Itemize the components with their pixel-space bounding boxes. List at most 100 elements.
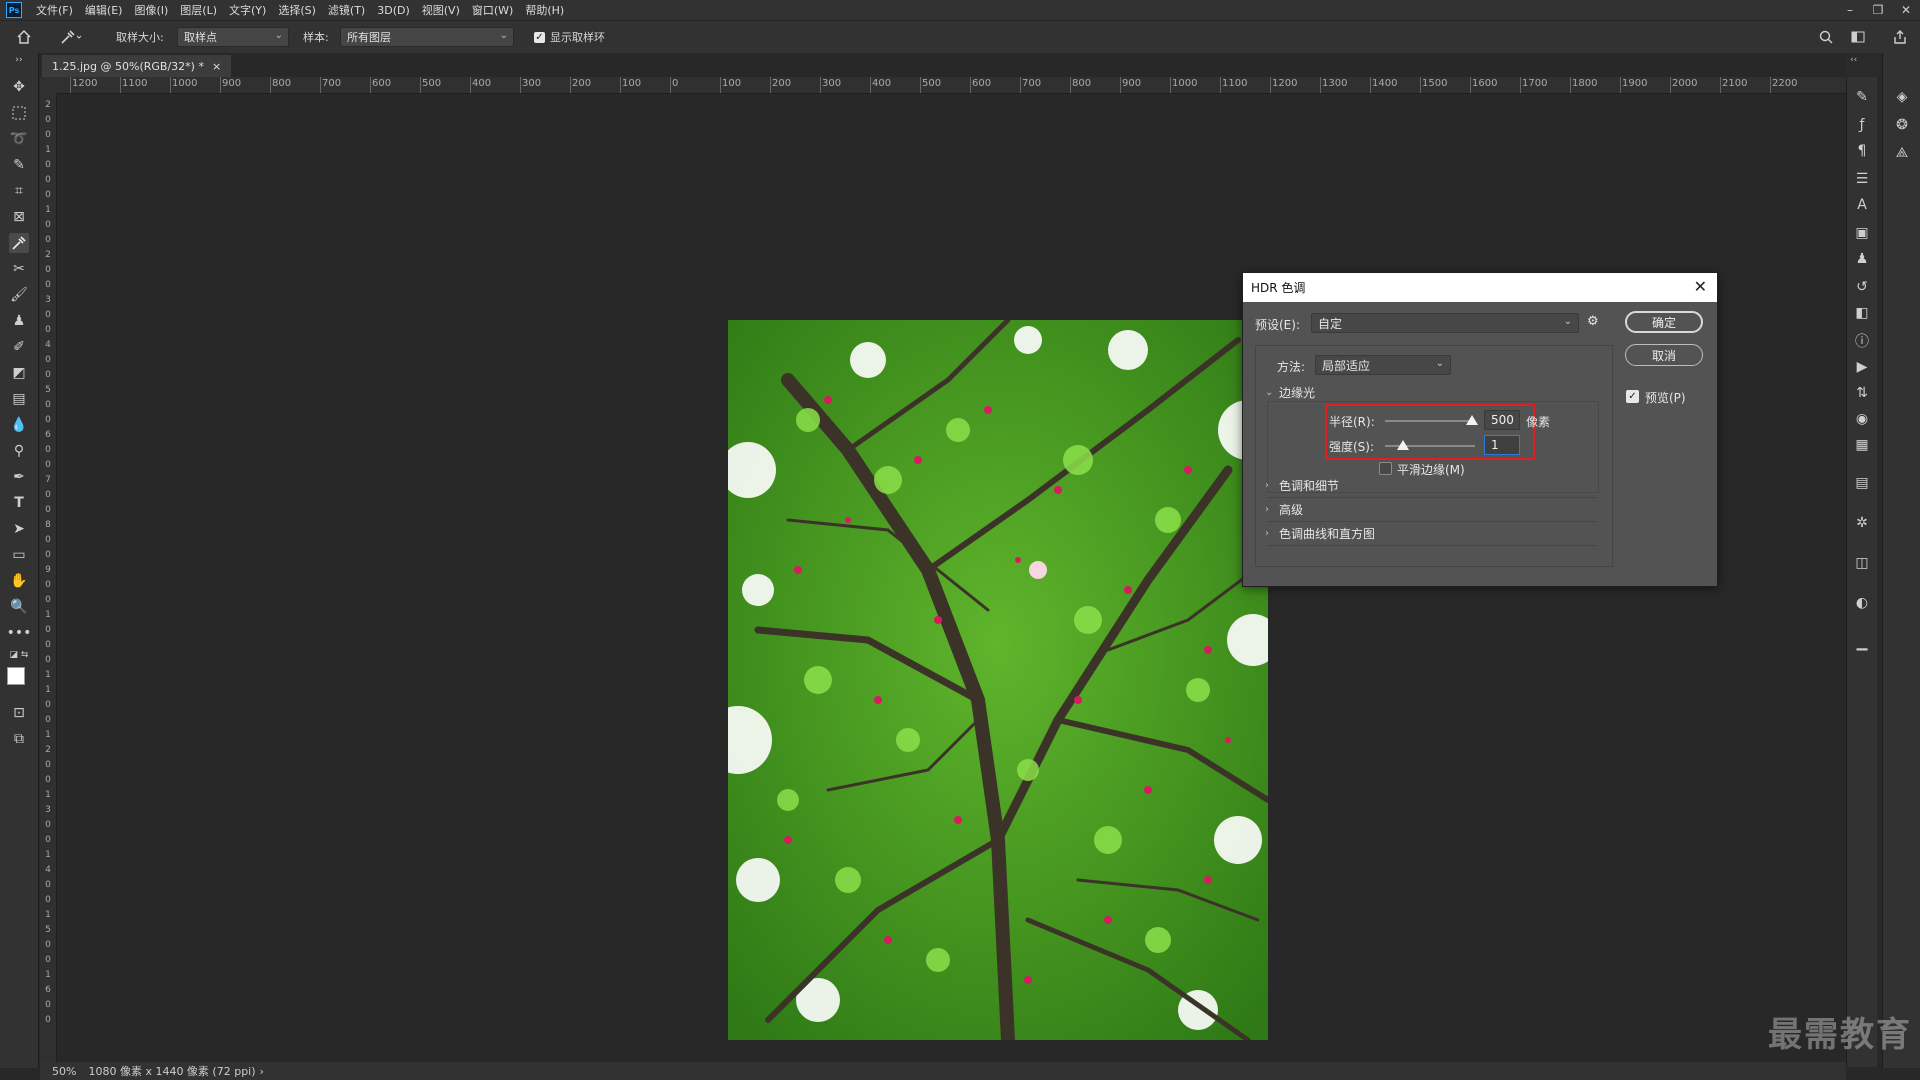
zoom-tool-icon[interactable]: 🔍	[9, 597, 29, 617]
workspace-icon[interactable]	[1850, 27, 1866, 47]
paths-icon[interactable]: ⟁	[1892, 143, 1912, 163]
zoom-level[interactable]: 50%	[52, 1065, 76, 1078]
preset-select[interactable]: 自定 ⌄	[1311, 313, 1579, 333]
share-icon[interactable]	[1892, 27, 1908, 47]
notes-icon[interactable]: ▤	[1852, 473, 1872, 493]
histogram-icon[interactable]: ▁	[1852, 633, 1872, 653]
crop-tool-icon[interactable]: ⌗	[9, 181, 29, 201]
minimize-button[interactable]: –	[1836, 0, 1864, 20]
actions-icon[interactable]: ▶	[1852, 357, 1872, 377]
show-sampling-ring-checkbox[interactable]: ✓ 显示取样环	[534, 27, 605, 47]
smooth-edges-checkbox[interactable]	[1379, 462, 1392, 475]
properties-icon[interactable]: ☰	[1852, 169, 1872, 189]
ruler-tick-label: 2000	[1672, 78, 1698, 89]
info-icon[interactable]: ⓘ	[1852, 331, 1872, 351]
gear-icon[interactable]: ⚙	[1587, 314, 1599, 329]
table-icon[interactable]: ▦	[1852, 435, 1872, 455]
close-tab-icon[interactable]: ×	[212, 60, 221, 73]
search-icon[interactable]	[1818, 27, 1834, 47]
glyphs-icon[interactable]: ▣	[1852, 223, 1872, 243]
history-brush-tool-icon[interactable]: ✐	[9, 337, 29, 357]
lasso-tool-icon[interactable]: ➰	[9, 129, 29, 149]
collapse-panels-icon[interactable]: ‹‹	[1850, 55, 1857, 65]
ruler-tick-label: 1	[45, 610, 51, 620]
healing-brush-tool-icon[interactable]: ✂	[9, 259, 29, 279]
restore-button[interactable]: ❐	[1864, 0, 1892, 20]
fx-icon[interactable]: ƒ	[1852, 115, 1872, 135]
foreground-color-swatch[interactable]	[7, 667, 25, 685]
menu-select[interactable]: 选择(S)	[272, 2, 322, 18]
eyedropper-preset-icon[interactable]	[60, 27, 82, 47]
quick-selection-tool-icon[interactable]: ✎	[9, 155, 29, 175]
document-image[interactable]	[728, 320, 1268, 1040]
path-selection-tool-icon[interactable]: ➤	[9, 519, 29, 539]
section-advanced[interactable]: › 高级	[1265, 501, 1303, 518]
character-icon[interactable]: A	[1852, 195, 1872, 215]
cancel-button[interactable]: 取消	[1625, 344, 1703, 366]
menu-help[interactable]: 帮助(H)	[519, 2, 570, 18]
layers-icon[interactable]: ◈	[1892, 87, 1912, 107]
radius-input[interactable]: 500	[1484, 410, 1520, 430]
screen-mode-icon[interactable]: ⧉	[9, 729, 29, 749]
menu-filter[interactable]: 滤镜(T)	[322, 2, 371, 18]
more-tools-icon[interactable]: •••	[7, 623, 32, 643]
method-select[interactable]: 局部适应 ⌄	[1315, 355, 1451, 375]
menu-edit[interactable]: 编辑(E)	[79, 2, 129, 18]
menu-file[interactable]: 文件(F)	[30, 2, 79, 18]
status-menu-arrow[interactable]: ›	[260, 1065, 264, 1078]
eyedropper-tool-icon[interactable]	[9, 233, 29, 253]
section-toning-curve[interactable]: › 色调曲线和直方图	[1265, 525, 1375, 542]
menu-3d[interactable]: 3D(D)	[371, 4, 416, 17]
timeline-icon[interactable]: ⇅	[1852, 383, 1872, 403]
close-icon[interactable]: ✕	[1694, 277, 1707, 296]
frame-tool-icon[interactable]: ⊠	[9, 207, 29, 227]
close-window-button[interactable]: ✕	[1892, 0, 1920, 20]
navigator-icon[interactable]: ✲	[1852, 513, 1872, 533]
gradient-tool-icon[interactable]: ▤	[9, 389, 29, 409]
preview-checkbox[interactable]: ✓	[1626, 390, 1639, 403]
rectangle-tool-icon[interactable]: ▭	[9, 545, 29, 565]
3d-icon[interactable]: ◉	[1852, 409, 1872, 429]
menu-view[interactable]: 视图(V)	[416, 2, 466, 18]
menu-layer[interactable]: 图层(L)	[174, 2, 223, 18]
paragraph-icon[interactable]: ¶	[1852, 141, 1872, 161]
collapse-arrows-icon[interactable]: ››	[9, 55, 29, 65]
strength-input[interactable]: 1	[1484, 435, 1520, 455]
ruler-tick	[1770, 77, 1771, 93]
clone-source-icon[interactable]: ♟	[1852, 249, 1872, 269]
default-colors-icon[interactable]: ◪ ⇆	[9, 649, 29, 661]
section-tone-detail[interactable]: › 色调和细节	[1265, 477, 1339, 494]
eraser-tool-icon[interactable]: ◩	[9, 363, 29, 383]
brush-tool-icon[interactable]: 🖌	[9, 285, 29, 305]
ok-button[interactable]: 确定	[1625, 311, 1703, 333]
blur-tool-icon[interactable]: 💧	[9, 415, 29, 435]
photoshop-logo[interactable]: Ps	[6, 2, 22, 18]
type-tool-icon[interactable]: T	[9, 493, 29, 513]
dodge-tool-icon[interactable]: ⚲	[9, 441, 29, 461]
radius-slider-thumb[interactable]	[1466, 415, 1479, 425]
libraries-icon[interactable]: ◫	[1852, 553, 1872, 573]
radius-slider-track[interactable]	[1385, 420, 1475, 422]
hand-tool-icon[interactable]: ✋	[9, 571, 29, 591]
brush-settings-icon[interactable]: ✎	[1852, 87, 1872, 107]
sample-size-select[interactable]: 取样点 ⌄	[177, 27, 289, 47]
sample-select[interactable]: 所有图层 ⌄	[340, 27, 514, 47]
menu-image[interactable]: 图像(I)	[128, 2, 174, 18]
adjustments-icon[interactable]: ◐	[1852, 593, 1872, 613]
ruler-tick	[1220, 77, 1221, 93]
clone-stamp-tool-icon[interactable]: ♟	[9, 311, 29, 331]
section-edge-glow[interactable]: ⌄ 边缘光	[1265, 384, 1315, 401]
panel-collapse-bar[interactable]: ‹‹	[1846, 53, 1882, 77]
document-tab[interactable]: 1.25.jpg @ 50%(RGB/32*) * ×	[42, 55, 232, 77]
marquee-tool-icon[interactable]	[9, 103, 29, 123]
menu-type[interactable]: 文字(Y)	[223, 2, 272, 18]
history-icon[interactable]: ↺	[1852, 277, 1872, 297]
strength-slider-thumb[interactable]	[1397, 440, 1409, 450]
menu-window[interactable]: 窗口(W)	[466, 2, 519, 18]
move-tool-icon[interactable]: ✥	[9, 77, 29, 97]
channels-icon[interactable]: ❂	[1892, 115, 1912, 135]
pen-tool-icon[interactable]: ✒	[9, 467, 29, 487]
quick-mask-icon[interactable]: ⊡	[9, 703, 29, 723]
home-icon[interactable]	[16, 27, 32, 47]
styles-icon[interactable]: ◧	[1852, 303, 1872, 323]
